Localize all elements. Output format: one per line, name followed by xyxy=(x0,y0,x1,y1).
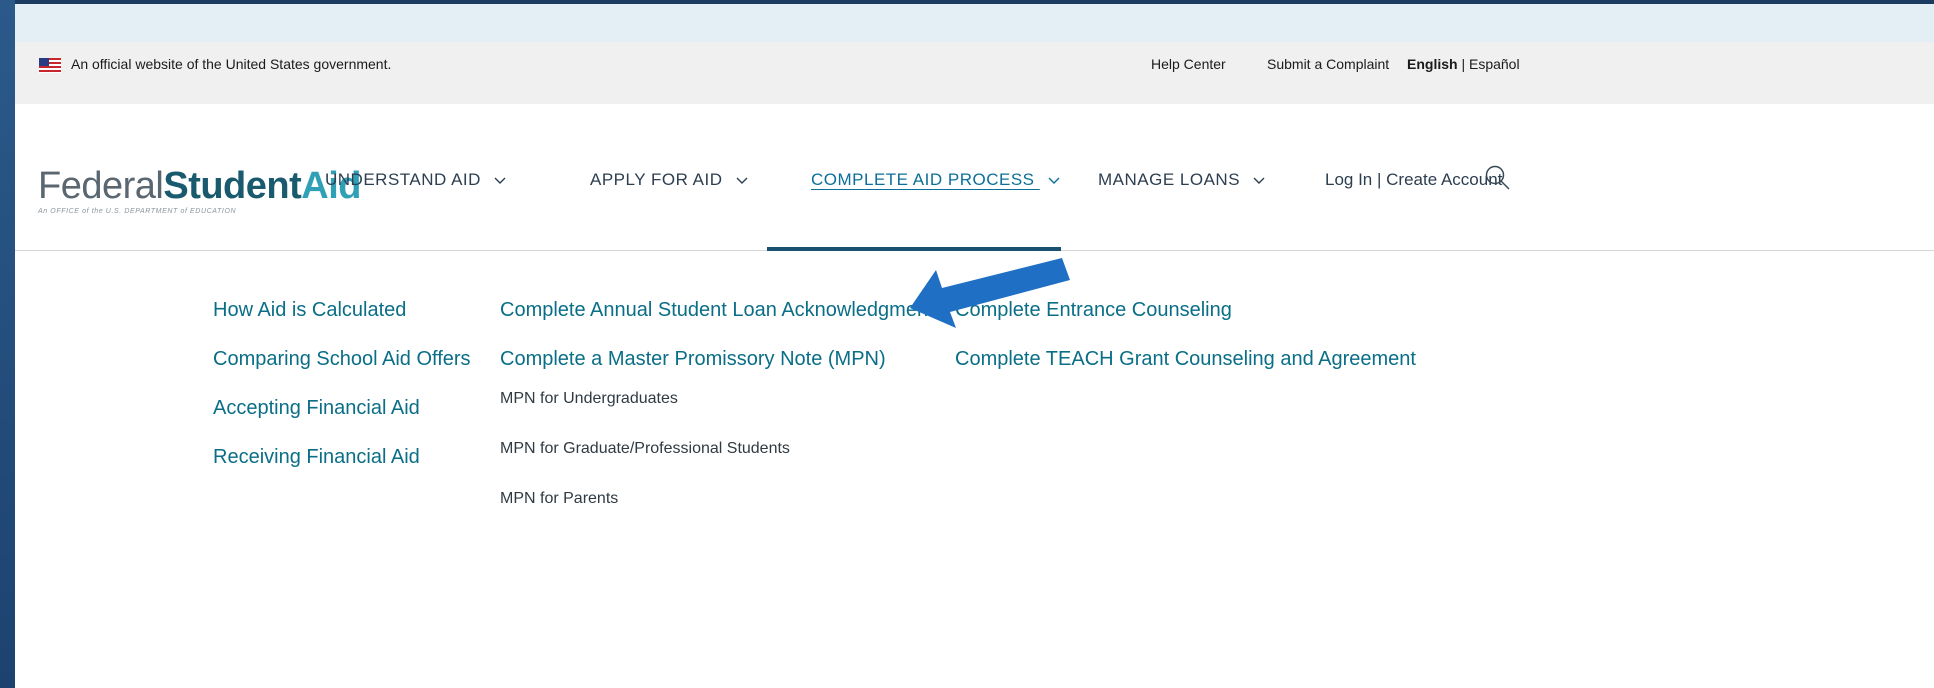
language-switcher: English | Español xyxy=(1407,56,1520,72)
top-strip xyxy=(15,4,1934,42)
menu-link-teach-grant[interactable]: Complete TEACH Grant Counseling and Agre… xyxy=(955,348,1416,371)
language-separator: | xyxy=(1457,56,1469,72)
menu-link-mpn-graduate[interactable]: MPN for Graduate/Professional Students xyxy=(500,440,934,458)
chevron-down-icon xyxy=(494,177,506,184)
log-in-link[interactable]: Log In xyxy=(1325,170,1372,189)
menu-link-accepting-aid[interactable]: Accepting Financial Aid xyxy=(213,397,471,420)
logo-tagline: An OFFICE of the U.S. DEPARTMENT of EDUC… xyxy=(38,208,237,215)
nav-manage-loans[interactable]: MANAGE LOANS xyxy=(1098,170,1265,190)
search-icon[interactable] xyxy=(1483,163,1513,193)
nav-understand-aid[interactable]: UNDERSTAND AID xyxy=(325,170,506,190)
nav-manage-loans-label: MANAGE LOANS xyxy=(1098,170,1241,189)
menu-link-how-aid-calculated[interactable]: How Aid is Calculated xyxy=(213,299,471,322)
official-website-text: An official website of the United States… xyxy=(71,56,392,72)
menu-link-annual-loan-acknowledgment[interactable]: Complete Annual Student Loan Acknowledgm… xyxy=(500,299,934,322)
logo-student: Student xyxy=(163,165,302,207)
menu-link-master-promissory-note[interactable]: Complete a Master Promissory Note (MPN) xyxy=(500,348,934,371)
chevron-down-icon xyxy=(1048,177,1060,184)
us-flag-icon xyxy=(39,58,61,73)
nav-apply-for-aid[interactable]: APPLY FOR AID xyxy=(590,170,748,190)
english-link[interactable]: English xyxy=(1407,56,1458,72)
site-header: FederalStudentAid An OFFICE of the U.S. … xyxy=(15,104,1934,252)
nav-apply-for-aid-label: APPLY FOR AID xyxy=(590,170,723,189)
submit-complaint-link[interactable]: Submit a Complaint xyxy=(1267,56,1389,72)
menu-link-comparing-offers[interactable]: Comparing School Aid Offers xyxy=(213,348,471,371)
help-center-link[interactable]: Help Center xyxy=(1151,56,1226,72)
chevron-down-icon xyxy=(736,177,748,184)
chevron-down-icon xyxy=(1253,177,1265,184)
auth-separator: | xyxy=(1372,170,1387,189)
menu-link-mpn-undergraduates[interactable]: MPN for Undergraduates xyxy=(500,390,934,408)
espanol-link[interactable]: Español xyxy=(1469,56,1520,72)
menu-link-receiving-aid[interactable]: Receiving Financial Aid xyxy=(213,446,471,469)
auth-links: Log In | Create Account xyxy=(1325,170,1502,190)
nav-understand-aid-label: UNDERSTAND AID xyxy=(325,170,481,189)
gov-banner: An official website of the United States… xyxy=(15,42,1934,104)
logo-federal: Federal xyxy=(38,165,164,207)
nav-complete-aid-process-label: COMPLETE AID PROCESS xyxy=(811,170,1035,189)
federal-student-aid-logo[interactable]: FederalStudentAid An OFFICE of the U.S. … xyxy=(38,167,361,215)
browser-page: An official website of the United States… xyxy=(15,4,1934,688)
annotation-arrow-icon xyxy=(910,258,1070,328)
menu-column-2: Complete Annual Student Loan Acknowledgm… xyxy=(500,299,934,508)
slide-frame-left xyxy=(0,0,15,688)
menu-link-mpn-parents[interactable]: MPN for Parents xyxy=(500,490,934,508)
menu-column-1: How Aid is Calculated Comparing School A… xyxy=(213,299,471,469)
nav-complete-aid-process[interactable]: COMPLETE AID PROCESS xyxy=(811,170,1060,190)
